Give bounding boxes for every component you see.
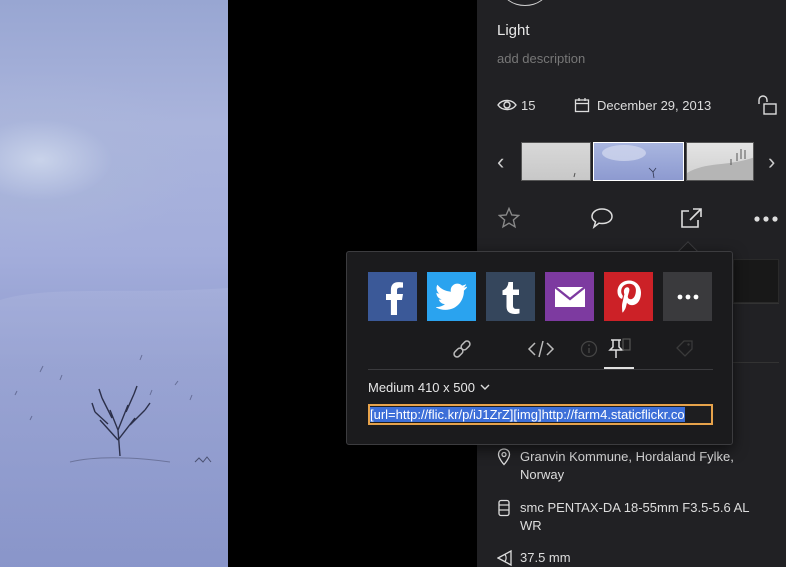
photostream-thumb-current[interactable] — [593, 142, 684, 181]
location-text[interactable]: Granvin Kommune, Hordaland Fylke, Norway — [520, 448, 765, 484]
pinterest-icon — [617, 280, 641, 312]
photostream-thumb[interactable] — [686, 142, 754, 181]
tab-info[interactable] — [574, 335, 604, 363]
photo-title[interactable]: Light — [497, 22, 530, 39]
eye-icon — [497, 97, 517, 116]
comment-box-edge — [733, 259, 779, 303]
image-size-value: Medium 410 x 500 — [368, 380, 475, 395]
star-icon[interactable] — [497, 206, 521, 234]
panel-divider — [733, 303, 779, 304]
bbcode-selected-text: [url=http://flic.kr/p/iJ1ZrZ][img]http:/… — [370, 407, 685, 422]
pin-icon — [608, 338, 631, 358]
calendar-icon — [574, 97, 590, 116]
focal-length-icon — [496, 549, 513, 567]
share-email-button[interactable] — [545, 272, 594, 321]
share-popup: Medium 410 x 500 [url=http://flic.kr/p/i… — [346, 251, 733, 445]
unlock-icon[interactable] — [756, 94, 778, 119]
embed-icon — [527, 340, 555, 358]
share-tumblr-button[interactable] — [486, 272, 535, 321]
photo-actions — [497, 205, 779, 235]
share-tabs — [368, 335, 713, 369]
photo-view[interactable] — [0, 0, 228, 567]
more-icon[interactable] — [754, 211, 778, 229]
share-twitter-button[interactable] — [427, 272, 476, 321]
link-icon — [453, 340, 471, 358]
envelope-icon — [553, 285, 586, 307]
tabs-divider — [368, 369, 713, 370]
speech-bubble-icon[interactable] — [590, 207, 614, 234]
more-icon — [677, 294, 698, 299]
bbcode-field[interactable]: [url=http://flic.kr/p/iJ1ZrZ][img]http:/… — [368, 404, 713, 425]
info-icon — [580, 340, 598, 358]
map-pin-icon — [497, 448, 511, 471]
share-icon[interactable] — [679, 207, 703, 234]
share-facebook-button[interactable] — [368, 272, 417, 321]
facebook-icon — [385, 281, 403, 315]
chevron-left-icon[interactable]: ‹ — [497, 151, 504, 173]
chevron-right-icon[interactable]: › — [768, 151, 775, 173]
tab-embed[interactable] — [526, 335, 556, 363]
chevron-down-icon — [480, 378, 490, 393]
date-taken[interactable]: December 29, 2013 — [597, 98, 711, 113]
tab-tag[interactable] — [671, 335, 701, 363]
lens-icon — [497, 499, 511, 522]
photo-meta-row: 15 December 29, 2013 — [497, 94, 779, 119]
description-placeholder[interactable]: add description — [497, 51, 585, 66]
tumblr-icon — [502, 281, 519, 314]
share-more-button[interactable] — [663, 272, 712, 321]
focal-length-text: 37.5 mm — [520, 550, 571, 565]
winter-landscape-photo — [0, 288, 228, 567]
share-pinterest-button[interactable] — [604, 272, 653, 321]
image-size-select[interactable]: Medium 410 x 500 — [368, 378, 490, 395]
photostream-thumb[interactable] — [521, 142, 591, 181]
tab-link[interactable] — [447, 335, 477, 363]
photostream-strip: ‹ › — [497, 142, 779, 184]
views-count: 15 — [521, 98, 536, 113]
panel-divider — [733, 362, 779, 363]
tag-icon — [676, 340, 693, 357]
twitter-bird-icon — [435, 283, 467, 310]
lens-text[interactable]: smc PENTAX-DA 18-55mm F3.5-5.6 AL WR — [520, 499, 765, 535]
tab-pin[interactable] — [604, 335, 634, 363]
